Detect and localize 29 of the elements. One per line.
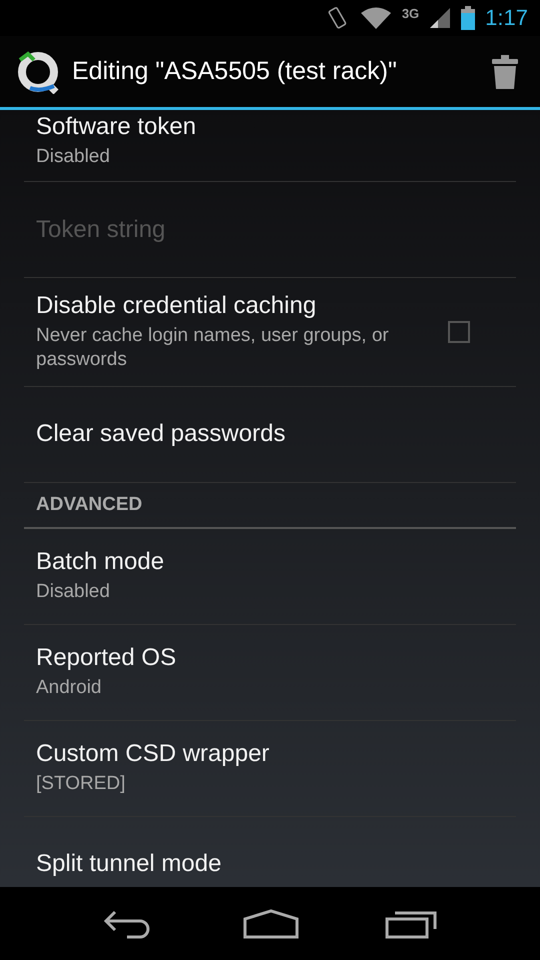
clock: 1:17 [485, 5, 528, 31]
preference-title: Batch mode [36, 548, 166, 576]
preference-title: Reported OS [36, 644, 178, 672]
preference-title: Custom CSD wrapper [36, 740, 270, 768]
checkbox[interactable] [448, 320, 470, 343]
preference-item[interactable]: Clear saved passwords [24, 386, 516, 482]
preference-title: Split tunnel mode [36, 850, 222, 878]
preference-summary: Never cache login names, user groups, or passwords [36, 324, 390, 372]
preference-title: Token string [36, 216, 166, 244]
network-type: 3G [402, 6, 420, 21]
preference-summary: Disabled [36, 144, 111, 168]
preference-item[interactable]: Reported OS Android [24, 624, 516, 720]
preference-item[interactable]: Batch mode Disabled [24, 528, 516, 624]
signal-icon [429, 7, 452, 29]
preference-summary: [STORED] [36, 772, 126, 796]
preference-title: Disable credential caching [36, 292, 318, 320]
preference-title: Software token [36, 112, 198, 141]
category-title: ADVANCED [36, 494, 142, 516]
preference-title: Clear saved passwords [36, 420, 286, 448]
battery-icon [461, 6, 476, 30]
preference-item[interactable]: Split tunnel mode [24, 816, 516, 887]
app-logo-icon[interactable] [16, 50, 60, 94]
preference-summary: Disabled [36, 580, 111, 604]
window-title: Editing "ASA5505 (test rack)" [72, 57, 398, 86]
preference-item[interactable]: Software token Disabled [24, 110, 516, 182]
preference-item[interactable]: Disable credential caching Never cache login names, user groups, or passwords [24, 278, 516, 386]
preference-summary: Android [36, 676, 102, 700]
wifi-icon [360, 6, 392, 30]
preference-item[interactable]: Custom CSD wrapper [STORED] [24, 720, 516, 816]
